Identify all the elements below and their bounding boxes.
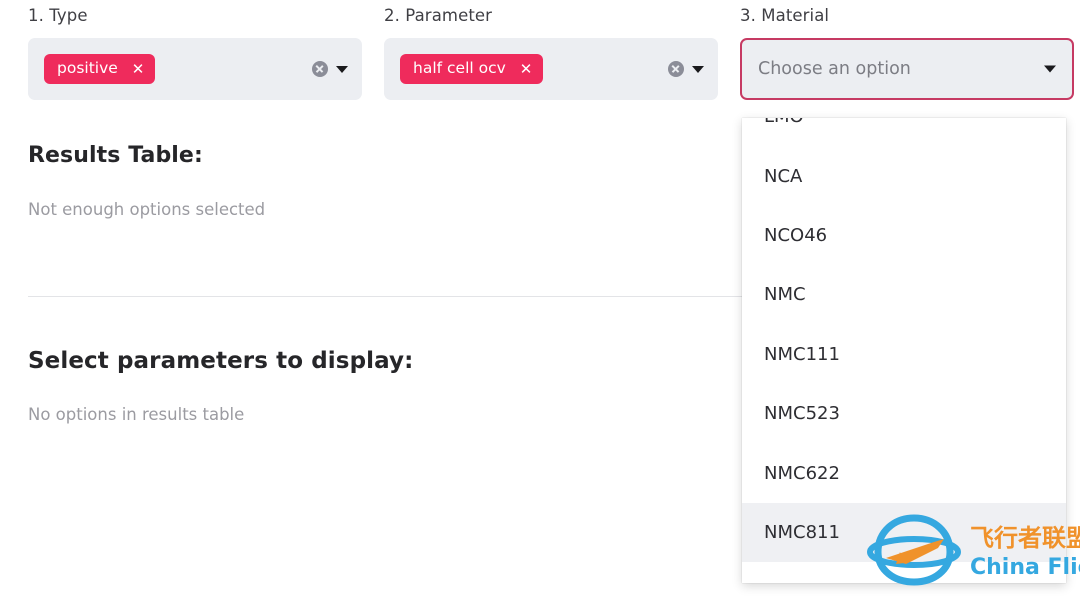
dropdown-option-nmc811[interactable]: NMC811 [742, 502, 1066, 563]
chevron-down-icon[interactable] [692, 65, 704, 73]
dropdown-option-lmo[interactable]: LMO [742, 118, 1066, 147]
type-controls [312, 61, 348, 77]
parameter-controls [668, 61, 704, 77]
type-label: 1. Type [28, 6, 88, 25]
select-parameters-empty-message: No options in results table [28, 405, 245, 424]
material-label: 3. Material [740, 6, 830, 25]
results-table-empty-message: Not enough options selected [28, 200, 266, 219]
type-multiselect[interactable]: positive ✕ [28, 38, 362, 100]
chip-type-positive[interactable]: positive ✕ [44, 54, 156, 84]
dropdown-option-nco46[interactable]: NCO46 [742, 205, 1066, 266]
parameter-multiselect[interactable]: half cell ocv ✕ [384, 38, 718, 100]
parameter-label: 2. Parameter [384, 6, 493, 25]
material-dropdown-list: LMONCANCO46NMCNMC111NMC523NMC622NMC811 [742, 118, 1066, 563]
app-root: 1. Type positive ✕ 2. Parameter half cel… [0, 0, 1080, 596]
dropdown-option-nca[interactable]: NCA [742, 146, 1066, 206]
chip-remove-icon[interactable]: ✕ [132, 61, 145, 77]
selector-group-type: 1. Type positive ✕ [28, 6, 362, 100]
dropdown-option-nmc622[interactable]: NMC622 [742, 443, 1066, 503]
chip-label: half cell ocv [413, 59, 506, 78]
clear-circle-icon[interactable] [668, 61, 684, 77]
section-divider [28, 296, 750, 297]
chevron-down-icon[interactable] [336, 65, 348, 73]
chip-parameter-half-cell-ocv[interactable]: half cell ocv ✕ [400, 54, 544, 84]
dropdown-option-nmc111[interactable]: NMC111 [742, 324, 1066, 384]
dropdown-option-nmc523[interactable]: NMC523 [742, 383, 1066, 444]
clear-circle-icon[interactable] [312, 61, 328, 77]
material-placeholder: Choose an option [758, 59, 911, 79]
selector-row: 1. Type positive ✕ 2. Parameter half cel… [0, 0, 1080, 120]
select-parameters-title: Select parameters to display: [28, 348, 414, 374]
chevron-down-icon[interactable] [1044, 65, 1056, 73]
chip-label: positive [57, 59, 118, 78]
selector-group-parameter: 2. Parameter half cell ocv ✕ [384, 6, 718, 100]
results-table-title: Results Table: [28, 143, 203, 168]
selector-group-material: 3. Material Choose an option [740, 6, 1074, 100]
material-dropdown-panel[interactable]: LMONCANCO46NMCNMC111NMC523NMC622NMC811 [742, 118, 1066, 583]
chip-remove-icon[interactable]: ✕ [520, 61, 533, 77]
material-select[interactable]: Choose an option [740, 38, 1074, 100]
dropdown-option-nmc[interactable]: NMC [742, 265, 1066, 325]
